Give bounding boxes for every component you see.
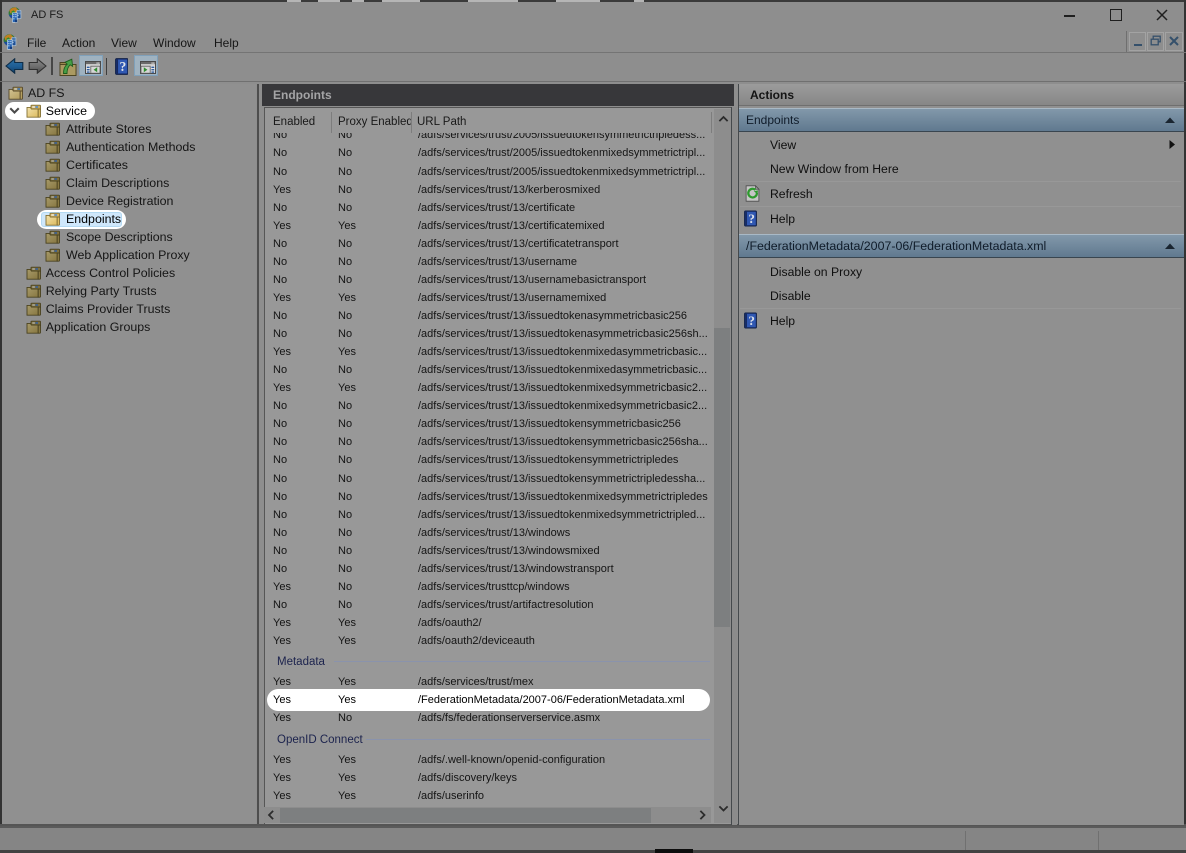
svg-text:?: ? bbox=[119, 59, 126, 74]
svg-text:?: ? bbox=[748, 313, 755, 328]
svg-text:?: ? bbox=[748, 211, 755, 226]
